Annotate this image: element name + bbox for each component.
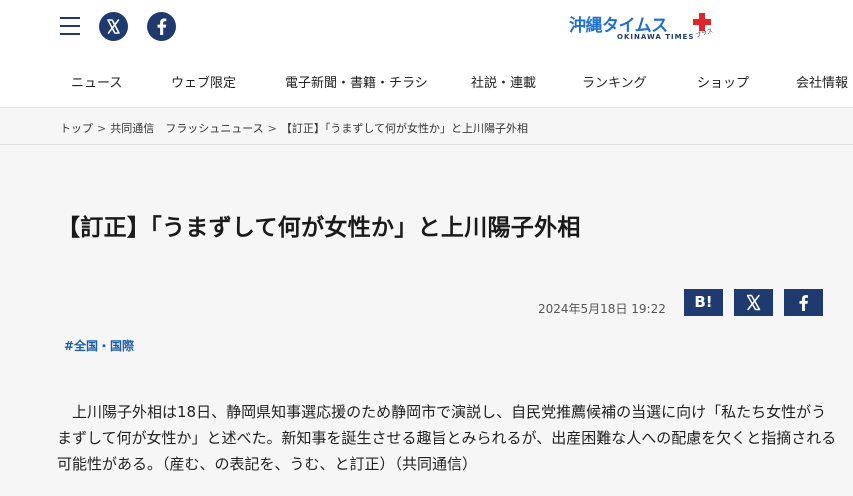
share-facebook-button[interactable]	[784, 289, 823, 316]
divider	[0, 144, 853, 145]
hamburger-menu-icon[interactable]	[60, 17, 80, 35]
hatena-bookmark-button[interactable]: B!	[684, 289, 723, 316]
nav-item-company[interactable]: 会社情報	[796, 72, 848, 91]
x-icon	[746, 294, 761, 311]
x-icon[interactable]	[99, 12, 128, 41]
article-paragraph: 上川陽子外相は18日、静岡県知事選応援のため静岡市で演説し、自民党推薦候補の当選…	[57, 403, 837, 473]
site-logo[interactable]: 沖縄タイムス OKINAWA TIMES プラス	[569, 11, 719, 45]
breadcrumb-separator: >	[267, 122, 277, 135]
breadcrumb-separator: >	[97, 122, 107, 135]
category-tag[interactable]: #全国・国際	[64, 337, 134, 354]
breadcrumb-flash-news[interactable]: 共同通信 フラッシュニュース	[110, 122, 263, 135]
nav-item-news[interactable]: ニュース	[71, 72, 122, 91]
hatena-icon: B!	[694, 293, 713, 311]
article-date: 2024年5月18日 19:22	[538, 302, 666, 316]
nav-item-ranking[interactable]: ランキング	[582, 72, 647, 91]
breadcrumb: トップ > 共同通信 フラッシュニュース > 【訂正】「うまずして何が女性か」と上川陽子…	[60, 120, 528, 136]
article-body: 上川陽子外相は18日、静岡県知事選応援のため静岡市で演説し、自民党推薦候補の当選…	[57, 399, 837, 477]
nav-item-web-only[interactable]: ウェブ限定	[171, 72, 236, 91]
breadcrumb-home[interactable]: トップ	[60, 122, 93, 135]
site-header: 沖縄タイムス OKINAWA TIMES プラス ニュース ウェブ限定 電子新聞…	[0, 0, 853, 108]
nav-item-e-paper[interactable]: 電子新聞・書籍・チラシ	[285, 72, 428, 91]
nav-item-editorials[interactable]: 社説・連載	[471, 72, 536, 91]
nav-item-shop[interactable]: ショップ	[697, 72, 749, 91]
facebook-icon[interactable]	[147, 12, 176, 41]
facebook-icon	[799, 295, 808, 311]
share-x-button[interactable]	[734, 289, 773, 316]
article-title: 【訂正】「うまずして何が女性か」と上川陽子外相	[57, 215, 581, 241]
breadcrumb-current: 【訂正】「うまずして何が女性か」と上川陽子外相	[280, 122, 529, 135]
logo-subtitle: OKINAWA TIMES	[617, 33, 695, 41]
main-nav: ニュース ウェブ限定 電子新聞・書籍・チラシ 社説・連載 ランキング ショップ …	[0, 72, 853, 96]
